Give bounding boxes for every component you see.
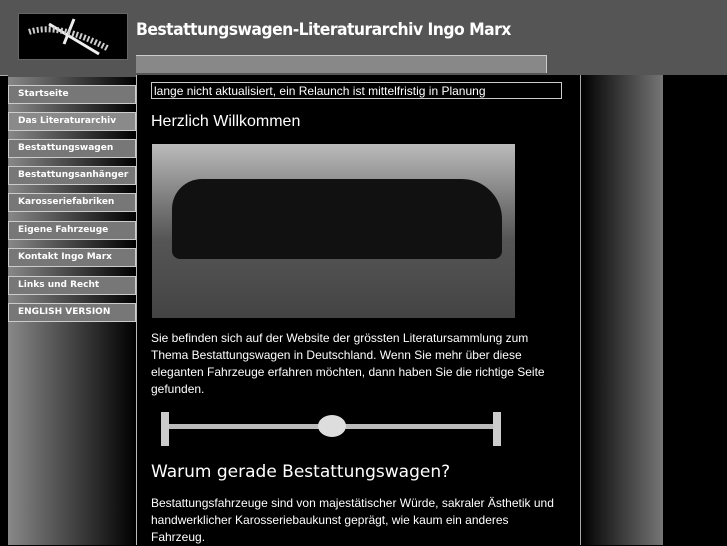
nav-startseite[interactable]: Startseite bbox=[8, 85, 136, 104]
header-bar bbox=[136, 55, 547, 73]
ornament-divider bbox=[161, 412, 501, 446]
intro-text: Sie befinden sich auf der Website der gr… bbox=[151, 331, 545, 396]
welcome-heading: Herzlich Willkommen bbox=[151, 113, 301, 130]
nav-karosseriefabriken[interactable]: Karosseriefabriken bbox=[8, 193, 136, 212]
nav-links-recht[interactable]: Links und Recht bbox=[8, 276, 136, 295]
site-title: Bestattungswagen-Literaturarchiv Ingo Ma… bbox=[136, 20, 511, 40]
nav-kontakt[interactable]: Kontakt Ingo Marx bbox=[8, 248, 136, 267]
nav-english[interactable]: ENGLISH VERSION bbox=[8, 303, 136, 322]
right-margin bbox=[663, 75, 727, 545]
update-notice: lange nicht aktualisiert, ein Relaunch i… bbox=[151, 82, 562, 99]
cross-palm-logo[interactable] bbox=[18, 13, 128, 60]
nav-eigene-fahrzeuge[interactable]: Eigene Fahrzeuge bbox=[8, 221, 136, 240]
right-decoration bbox=[580, 75, 664, 545]
nav-literaturarchiv[interactable]: Das Literaturarchiv bbox=[8, 112, 136, 131]
why-text: Bestattungsfahrzeuge sind von majestätis… bbox=[151, 496, 554, 544]
why-heading: Warum gerade Bestattungswagen? bbox=[151, 462, 451, 482]
hearse-photo bbox=[152, 144, 515, 318]
hearse-car bbox=[172, 179, 502, 259]
nav-bestattungswagen[interactable]: Bestattungswagen bbox=[8, 139, 136, 158]
nav-bestattungsanhaenger[interactable]: Bestattungsanhänger bbox=[8, 166, 136, 185]
